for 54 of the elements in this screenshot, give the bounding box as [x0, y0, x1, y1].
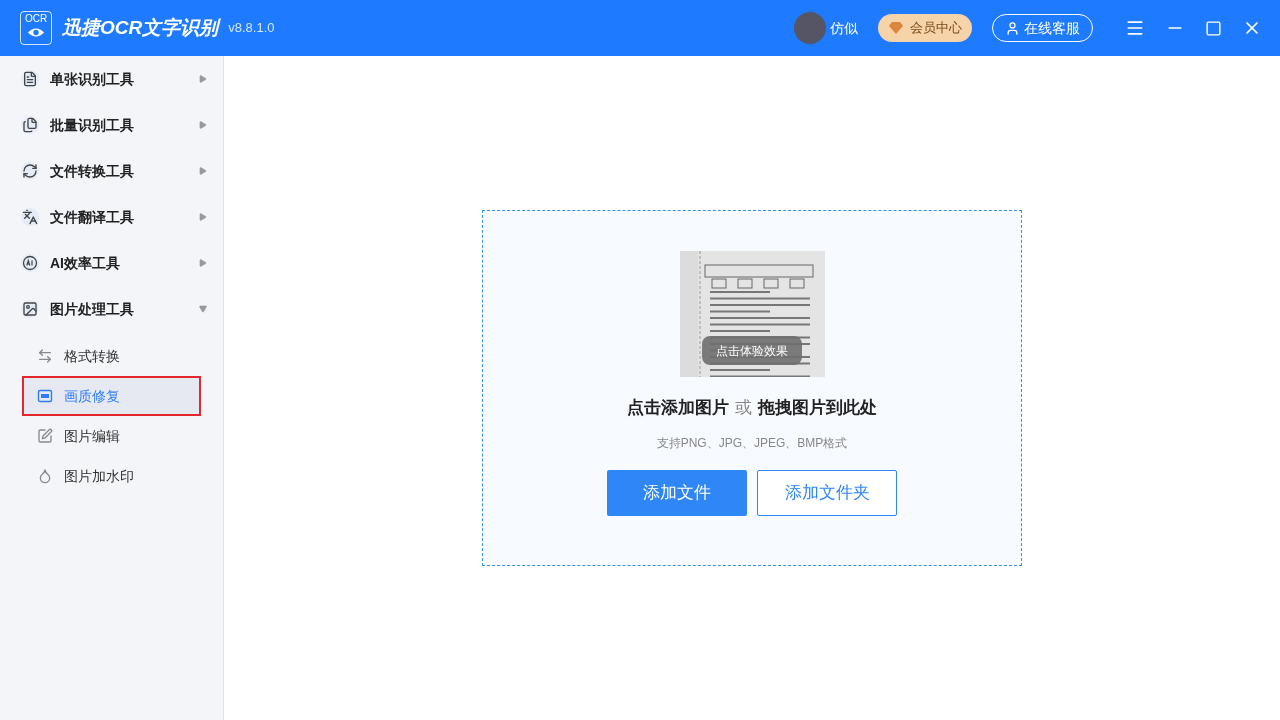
sidebar-item-label: 文件翻译工具 [50, 207, 135, 227]
sidebar-subitem[interactable]: 图片编辑 [22, 416, 201, 456]
documents-icon [22, 117, 38, 133]
caret-right-icon [199, 121, 207, 129]
caret-right-icon [199, 167, 207, 175]
try-effect-button[interactable]: 点击体验效果 [701, 336, 802, 365]
add-file-button[interactable]: 添加文件 [607, 469, 747, 516]
sidebar-subitem-label: 图片编辑 [64, 426, 120, 446]
or-text: 或 [735, 397, 752, 419]
droplet-icon [37, 468, 53, 484]
add-image-text: 点击添加图片 [627, 397, 729, 419]
logo-text: OCR [24, 13, 48, 25]
supported-formats-text: 支持PNG、JPG、JPEG、BMP格式 [656, 434, 848, 452]
swap-icon [37, 348, 53, 364]
ai-icon [22, 255, 38, 271]
sidebar-item-label: 批量识别工具 [50, 115, 135, 135]
image-icon [22, 301, 38, 317]
caret-right-icon [199, 259, 207, 267]
edit-icon [37, 428, 53, 444]
avatar [794, 12, 826, 44]
sidebar-item[interactable]: 文件转换工具 [0, 148, 223, 194]
caret-right-icon [199, 75, 207, 83]
menu-icon[interactable] [1125, 18, 1145, 38]
sidebar-item-label: 图片处理工具 [50, 299, 135, 319]
caret-down-icon [199, 305, 207, 313]
drag-image-text: 拖拽图片到此处 [758, 397, 877, 419]
app-title: 迅捷OCR文字识别 [62, 15, 219, 40]
app-version: v8.8.1.0 [228, 19, 275, 38]
sidebar-subitem-label: 图片加水印 [64, 466, 134, 486]
sidebar-subitem-label: 格式转换 [64, 346, 120, 366]
hd-icon [37, 388, 53, 404]
sidebar-item[interactable]: 批量识别工具 [0, 102, 223, 148]
sidebar-item-label: AI效率工具 [50, 253, 121, 273]
sidebar-item[interactable]: AI效率工具 [0, 240, 223, 286]
sidebar-subitem[interactable]: 格式转换 [22, 336, 201, 376]
person-icon [1005, 20, 1020, 36]
sidebar-item[interactable]: 图片处理工具 [0, 286, 223, 332]
sidebar-item[interactable]: 单张识别工具 [0, 56, 223, 102]
sidebar-item-label: 单张识别工具 [50, 69, 135, 89]
caret-right-icon [199, 213, 207, 221]
add-folder-button[interactable]: 添加文件夹 [757, 469, 897, 516]
sidebar-subitem-label: 画质修复 [64, 386, 120, 406]
eye-icon [27, 27, 45, 38]
refresh-icon [22, 163, 38, 179]
vip-center-button[interactable]: 会员中心 [878, 14, 972, 42]
maximize-icon[interactable] [1205, 19, 1222, 37]
sidebar-item-label: 文件转换工具 [50, 161, 135, 181]
sidebar-subitem[interactable]: 图片加水印 [22, 456, 201, 496]
user-name[interactable]: 仿似 [830, 17, 858, 39]
translate-icon [22, 209, 38, 225]
drop-zone[interactable]: 点击体验效果 点击添加图片 或 拖拽图片到此处 支持PNG、JPG、JPEG、BMP格式 添加文件 添加文件夹 [482, 210, 1022, 566]
sidebar-item[interactable]: 文件翻译工具 [0, 194, 223, 240]
diamond-icon [888, 21, 904, 35]
document-icon [22, 71, 38, 87]
